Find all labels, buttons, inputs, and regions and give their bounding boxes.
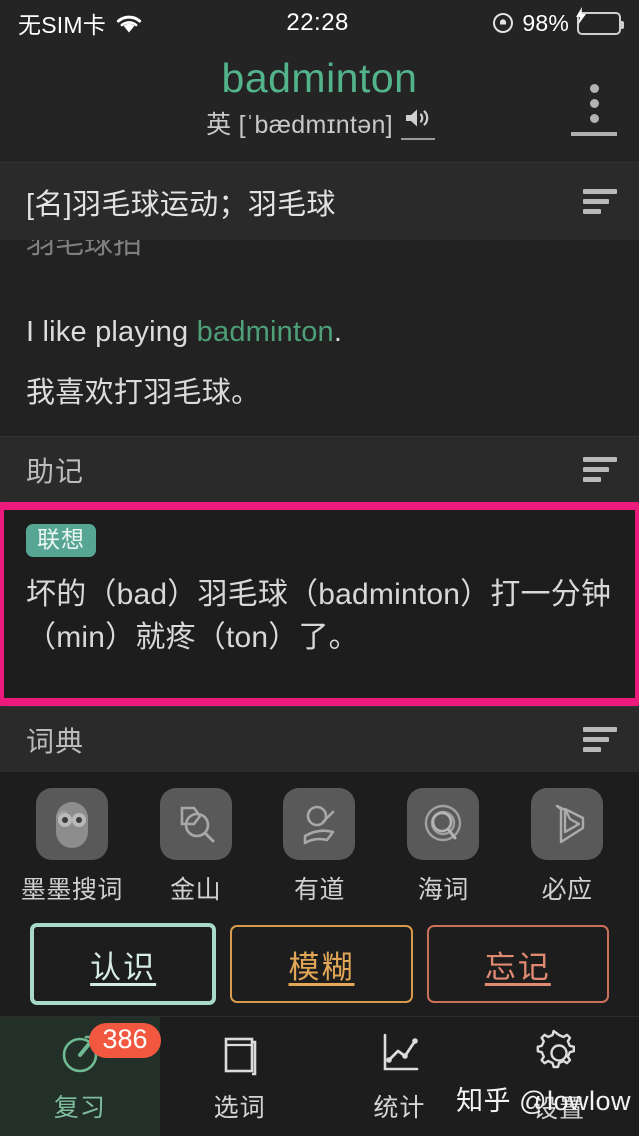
dictionary-app-kingsoft[interactable]: 金山 bbox=[142, 788, 250, 906]
mnemonic-type-badge: 联想 bbox=[26, 524, 96, 557]
clock-label: 22:28 bbox=[286, 9, 349, 36]
status-right: 98% bbox=[492, 6, 624, 37]
app-screen: 无SIM卡 22:28 98% badminton 英 [ˈbædmɪntən]… bbox=[0, 0, 639, 1136]
example-en-keyword: badminton bbox=[196, 316, 334, 348]
status-bar: 无SIM卡 22:28 98% bbox=[0, 0, 639, 46]
dictionary-app-bing[interactable]: 必应 bbox=[513, 788, 621, 906]
tab-statistics[interactable]: 统计 bbox=[320, 1017, 480, 1136]
more-vertical-icon-dot2 bbox=[589, 99, 599, 108]
definition-text: [名]羽毛球运动；羽毛球 bbox=[26, 188, 336, 221]
dictionary-app-youdao[interactable]: 有道 bbox=[265, 788, 373, 906]
more-menu-button[interactable] bbox=[571, 84, 617, 136]
know-button[interactable]: 认识 bbox=[30, 923, 217, 1005]
dictionary-section-header: 词典 bbox=[0, 706, 639, 772]
example-sentence-zh: 我喜欢打羽毛球。 bbox=[26, 377, 261, 409]
dictionary-list-icon[interactable] bbox=[583, 727, 617, 752]
gear-icon bbox=[534, 1028, 584, 1083]
battery-percent-label: 98% bbox=[522, 9, 569, 36]
dictionary-app-label: 必应 bbox=[541, 876, 593, 904]
haici-icon bbox=[407, 788, 480, 860]
tab-review-label: 复习 bbox=[53, 1094, 106, 1122]
dictionary-section-title: 词典 bbox=[26, 725, 85, 757]
mnemonic-list-icon[interactable] bbox=[583, 457, 617, 482]
mnemonic-text: 坏的（bad）羽毛球（badminton）打一分钟（min）就疼（ton）了。 bbox=[26, 578, 612, 654]
dictionary-app-label: 墨墨搜词 bbox=[20, 876, 123, 904]
rotation-lock-icon bbox=[492, 11, 514, 35]
more-menu-underline bbox=[571, 132, 617, 136]
battery-charging-icon bbox=[576, 6, 624, 35]
mnemonic-section-header: 助记 bbox=[0, 436, 639, 502]
mnemonic-section-title: 助记 bbox=[26, 455, 85, 487]
dictionary-app-label: 海词 bbox=[417, 876, 469, 904]
bing-icon bbox=[531, 788, 604, 860]
dictionary-app-label: 金山 bbox=[170, 876, 222, 904]
tab-review[interactable]: 复习 386 bbox=[0, 1017, 161, 1136]
example-sentence-en: I like playing badminton. bbox=[26, 316, 613, 349]
speaker-icon bbox=[405, 109, 429, 127]
more-vertical-icon-dot1 bbox=[589, 84, 599, 93]
tab-settings[interactable]: 设置 bbox=[479, 1017, 639, 1136]
example-en-before: I like playing bbox=[26, 316, 197, 348]
more-vertical-icon-dot3 bbox=[589, 114, 599, 123]
dictionary-app-momo[interactable]: 墨墨搜词 bbox=[18, 788, 126, 906]
tab-settings-label: 设置 bbox=[533, 1095, 586, 1123]
phonetic-label: 英 [ˈbædmɪntən] bbox=[206, 111, 393, 139]
review-count-badge: 386 bbox=[89, 1023, 161, 1058]
dictionary-apps-row: 墨墨搜词 金山 有道 海词 必应 bbox=[0, 772, 639, 912]
youdao-icon bbox=[283, 788, 356, 860]
forget-button-label: 忘记 bbox=[484, 949, 551, 985]
tab-wordlist-label: 选词 bbox=[213, 1094, 266, 1122]
clipped-definition-line: 羽毛球拍 bbox=[26, 240, 143, 260]
bottom-tab-bar: 复习 386 选词 统计 设置 bbox=[0, 1016, 639, 1136]
mnemonic-card-highlighted[interactable]: 联想 坏的（bad）羽毛球（badminton）打一分钟（min）就疼（ton）… bbox=[0, 502, 639, 706]
dictionary-app-haici[interactable]: 海词 bbox=[389, 788, 497, 906]
know-button-label: 认识 bbox=[90, 949, 157, 985]
owl-icon bbox=[35, 788, 108, 860]
tab-wordlist[interactable]: 选词 bbox=[160, 1017, 320, 1136]
book-icon bbox=[216, 1029, 264, 1082]
page-title: badminton bbox=[221, 55, 418, 101]
kingsoft-icon bbox=[159, 788, 232, 860]
dictionary-app-label: 有道 bbox=[293, 876, 345, 904]
wifi-icon bbox=[115, 13, 143, 34]
answer-buttons-row: 认识 模糊 忘记 bbox=[0, 912, 639, 1016]
fuzzy-button[interactable]: 模糊 bbox=[230, 925, 413, 1003]
tab-statistics-label: 统计 bbox=[373, 1094, 426, 1122]
word-header: badminton 英 [ˈbædmɪntən] bbox=[0, 46, 639, 162]
pronounce-button[interactable] bbox=[400, 106, 435, 140]
example-section[interactable]: 羽毛球拍 I like playing badminton. 我喜欢打羽毛球。 bbox=[0, 240, 639, 436]
definition-row: [名]羽毛球运动；羽毛球 bbox=[0, 162, 639, 240]
phonetic-row: 英 [ˈbædmɪntən] bbox=[206, 105, 435, 141]
example-en-after: . bbox=[333, 316, 343, 348]
status-left: 无SIM卡 bbox=[18, 6, 143, 40]
forget-button[interactable]: 忘记 bbox=[426, 925, 609, 1003]
fuzzy-button-label: 模糊 bbox=[288, 949, 355, 985]
chart-line-icon bbox=[375, 1029, 423, 1082]
carrier-label: 无SIM卡 bbox=[18, 12, 106, 38]
definition-list-icon[interactable] bbox=[583, 189, 617, 214]
pronounce-underline bbox=[400, 138, 435, 140]
